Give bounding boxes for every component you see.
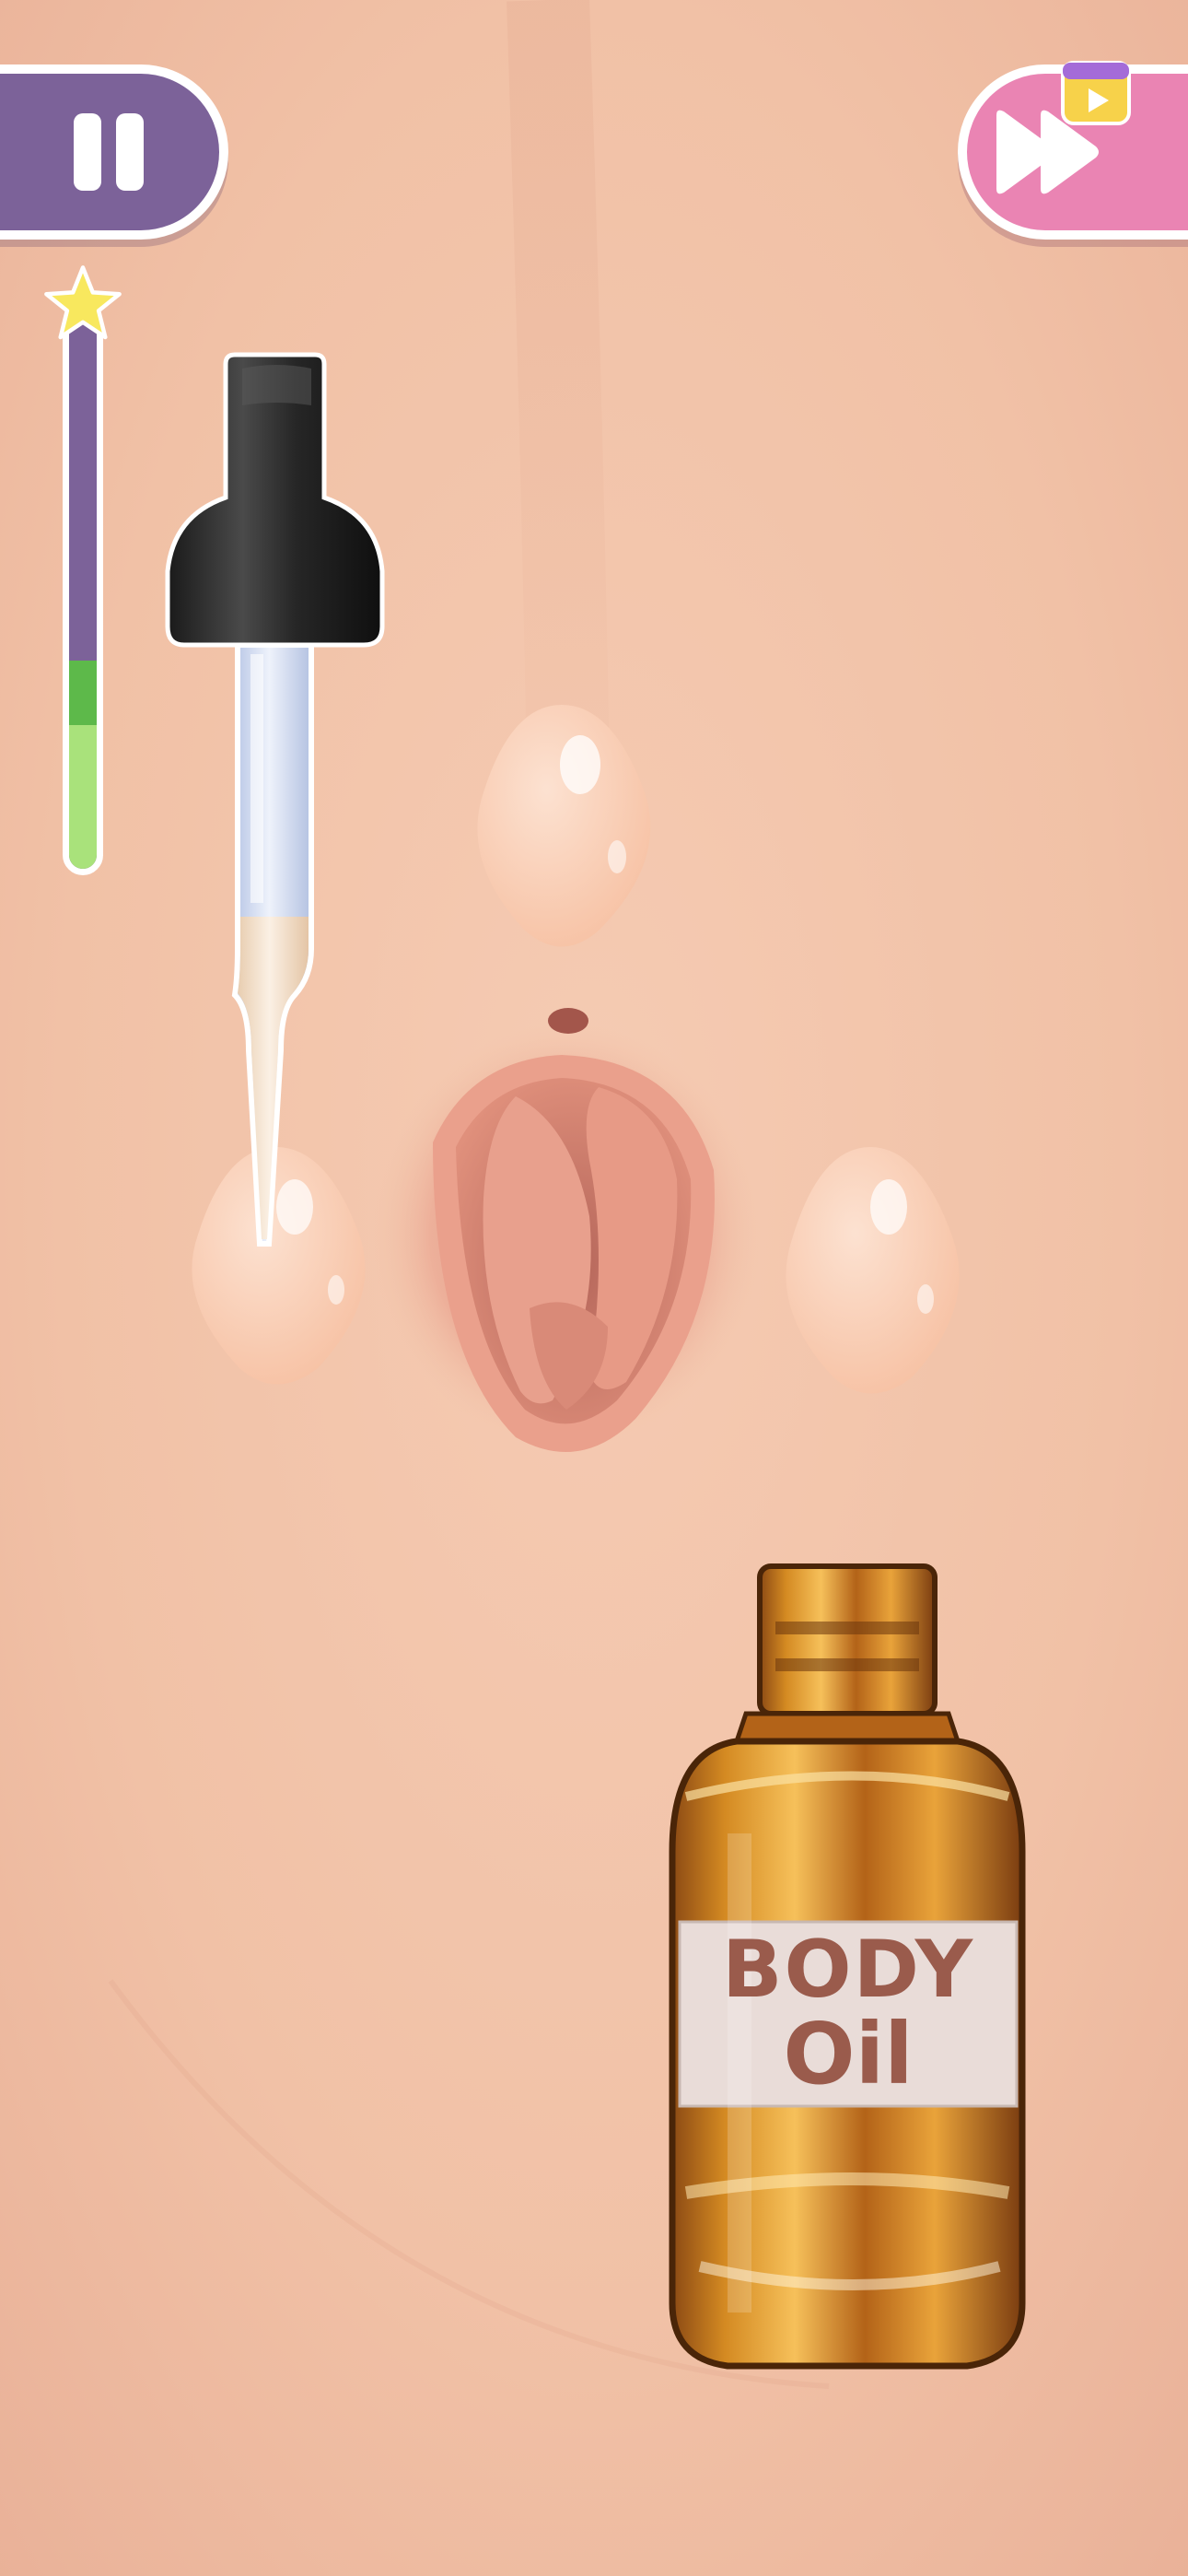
bottle-label-line1: BODY	[721, 1924, 975, 2017]
progress-track	[63, 313, 103, 875]
bottle-label: BODY Oil	[680, 1922, 1017, 2106]
game-scene	[0, 0, 1188, 2576]
pause-button[interactable]	[0, 64, 228, 240]
bottle-label-line2: Oil	[783, 2004, 914, 2103]
progress-fill-cap	[69, 661, 97, 725]
star-icon	[44, 265, 122, 340]
pause-icon	[74, 113, 144, 191]
video-ad-icon	[1061, 61, 1131, 125]
piercing-mark	[548, 1008, 588, 1034]
progress-meter	[44, 265, 122, 884]
